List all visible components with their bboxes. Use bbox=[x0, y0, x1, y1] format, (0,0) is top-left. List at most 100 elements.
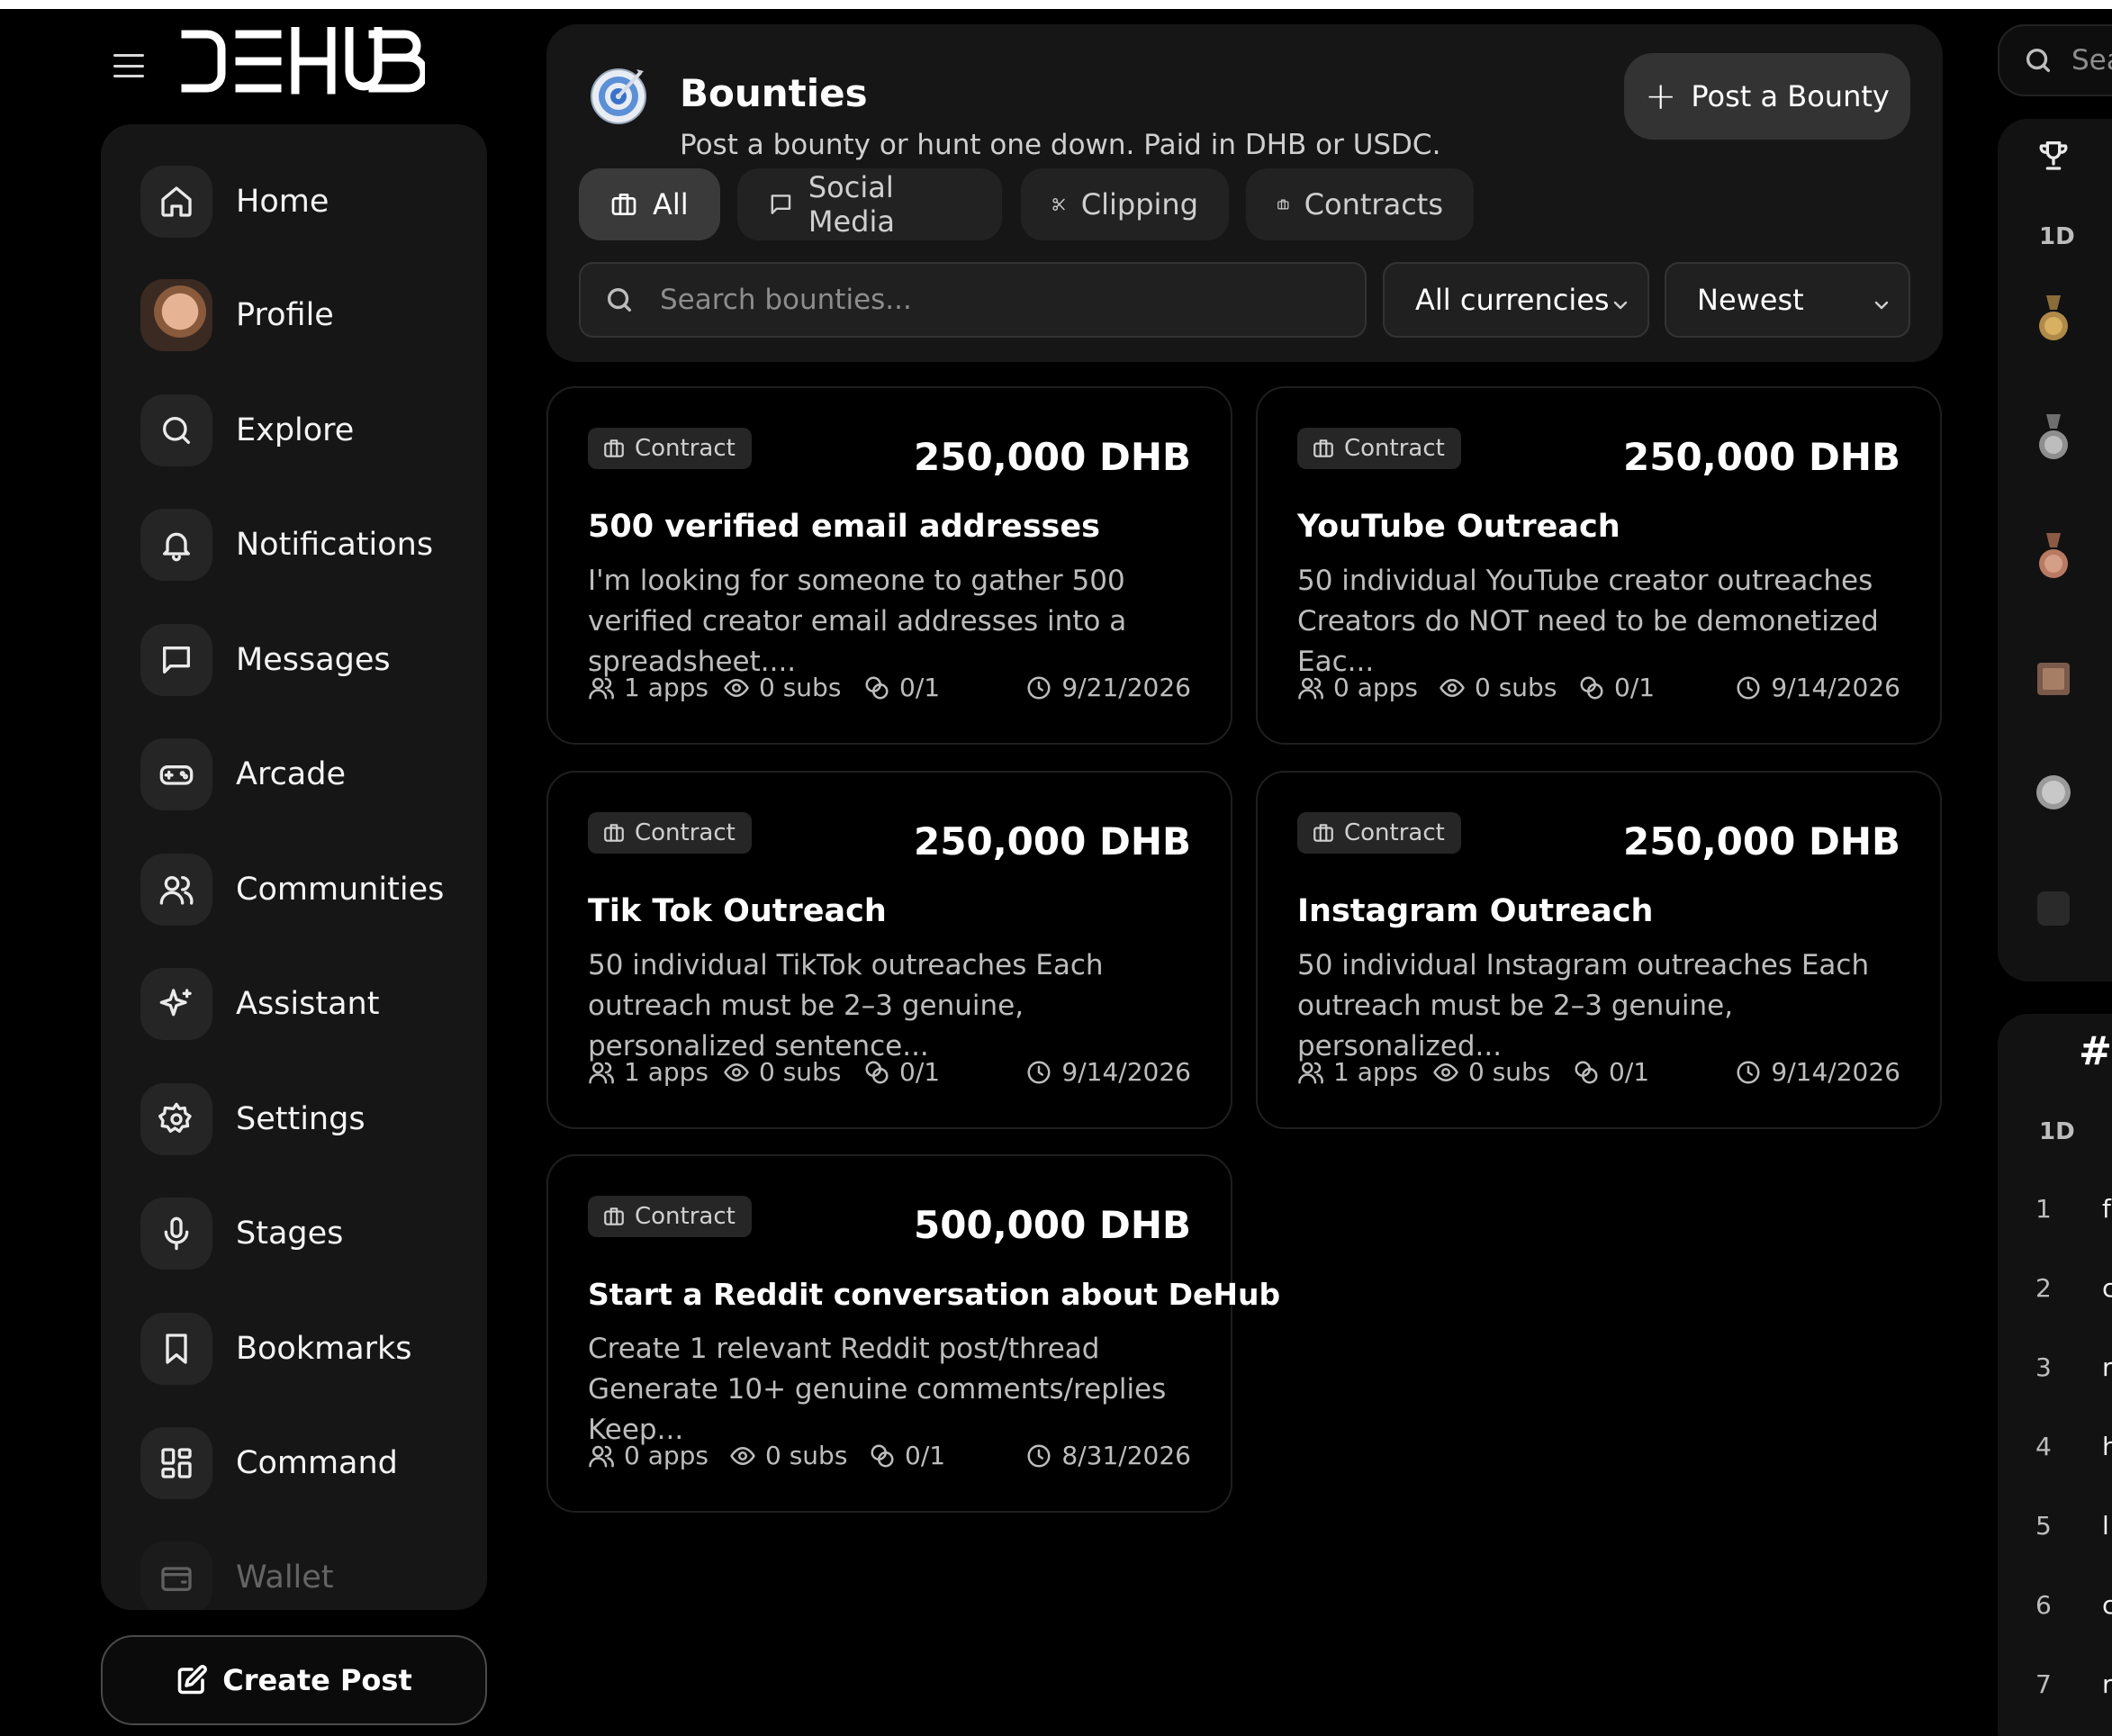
sidebar-item-profile[interactable]: Profile bbox=[140, 279, 334, 351]
sidebar-item-label: Bookmarks bbox=[236, 1331, 412, 1367]
create-post-button[interactable]: Create Post bbox=[101, 1635, 487, 1725]
rank-name[interactable]: h bbox=[2102, 1432, 2112, 1461]
dehub-logo[interactable] bbox=[180, 26, 429, 95]
black-badge-icon bbox=[2035, 875, 2071, 926]
sidebar-nav: Home Profile Explore Notifications Messa… bbox=[101, 124, 487, 1610]
bounty-meta: 0 apps 0 subs 0/1 8/31/2026 bbox=[588, 1441, 1191, 1477]
global-search-field[interactable]: Sea bbox=[1998, 24, 2112, 96]
clock-icon bbox=[1737, 1061, 1760, 1083]
slots-count: 0/1 bbox=[869, 1441, 945, 1470]
badge-label: Contract bbox=[635, 1203, 736, 1230]
sidebar-item-assistant[interactable]: Assistant bbox=[140, 968, 379, 1040]
bounty-card[interactable]: Contract 250,000 DHB 500 verified email … bbox=[546, 386, 1232, 745]
tab-clipping[interactable]: Clipping bbox=[1021, 168, 1229, 240]
bounty-title: YouTube Outreach bbox=[1297, 509, 1620, 545]
briefcase-icon bbox=[611, 194, 636, 215]
home-icon bbox=[140, 166, 212, 238]
gear-icon bbox=[140, 1083, 212, 1155]
rank-name[interactable]: r bbox=[2102, 1352, 2112, 1382]
type-badge: Contract bbox=[588, 428, 752, 469]
sidebar-item-notifications[interactable]: Notifications bbox=[140, 509, 433, 581]
search-bounties-field[interactable] bbox=[579, 262, 1367, 338]
coins-icon bbox=[865, 676, 889, 699]
sidebar-item-label: Messages bbox=[236, 642, 391, 678]
sidebar-item-label: Arcade bbox=[236, 756, 347, 792]
leaderboard-period[interactable]: 1D bbox=[2039, 223, 2075, 250]
rank-name[interactable]: c bbox=[2102, 1590, 2112, 1620]
microphone-icon bbox=[140, 1198, 212, 1270]
briefcase-icon bbox=[604, 824, 624, 842]
clock-icon bbox=[1027, 1061, 1051, 1083]
hamburger-menu-icon[interactable] bbox=[113, 54, 144, 77]
tab-contracts[interactable]: Contracts bbox=[1246, 168, 1474, 240]
badge-label: Contract bbox=[1344, 819, 1445, 846]
sidebar-item-label: Wallet bbox=[236, 1560, 334, 1596]
slots-count: 0/1 bbox=[1578, 673, 1655, 702]
clock-icon bbox=[1737, 676, 1760, 699]
bronze-badge-icon bbox=[2035, 654, 2071, 704]
search-icon bbox=[140, 394, 212, 466]
bounty-card[interactable]: Contract 250,000 DHB YouTube Outreach 50… bbox=[1256, 386, 1942, 745]
subscribers-count: 0 subs bbox=[1439, 673, 1557, 702]
sidebar-item-messages[interactable]: Messages bbox=[140, 624, 391, 696]
global-search-placeholder: Sea bbox=[2071, 44, 2112, 77]
wallet-icon bbox=[140, 1542, 212, 1610]
sidebar-item-explore[interactable]: Explore bbox=[140, 394, 354, 466]
eye-icon bbox=[1433, 1062, 1458, 1081]
bounty-title: Tik Tok Outreach bbox=[588, 893, 887, 929]
sidebar-item-label: Stages bbox=[236, 1216, 344, 1252]
bounty-title: 500 verified email addresses bbox=[588, 509, 1100, 545]
sidebar-item-label: Settings bbox=[236, 1101, 366, 1137]
currency-select[interactable]: All currencies bbox=[1383, 262, 1649, 338]
edit-icon bbox=[177, 1665, 208, 1695]
message-icon bbox=[140, 624, 212, 696]
search-input[interactable] bbox=[660, 284, 1344, 316]
trending-hashtags-panel: # 1D 1 f 2 c 3 r 4 h 5 l 6 c 7 r bbox=[1998, 1014, 2112, 1736]
tab-social-media[interactable]: Social Media bbox=[737, 168, 1002, 240]
create-post-label: Create Post bbox=[222, 1663, 412, 1697]
type-badge: Contract bbox=[1297, 812, 1461, 854]
rank-name[interactable]: r bbox=[2102, 1669, 2112, 1699]
sidebar-item-communities[interactable]: Communities bbox=[140, 854, 444, 926]
applications-count: 0 apps bbox=[1297, 673, 1418, 702]
sidebar-item-bookmarks[interactable]: Bookmarks bbox=[140, 1313, 412, 1385]
bounty-meta: 0 apps 0 subs 0/1 9/14/2026 bbox=[1297, 673, 1900, 709]
sidebar-item-wallet[interactable]: Wallet bbox=[140, 1542, 334, 1610]
subscribers-count: 0 subs bbox=[723, 1057, 841, 1087]
tab-label: Clipping bbox=[1080, 187, 1198, 222]
sidebar-item-home[interactable]: Home bbox=[140, 166, 329, 238]
rank-name[interactable]: l bbox=[2102, 1511, 2109, 1541]
tab-all[interactable]: All bbox=[579, 168, 720, 240]
sort-select[interactable]: Newest bbox=[1665, 262, 1910, 338]
hashtags-period[interactable]: 1D bbox=[2039, 1118, 2075, 1145]
sidebar-item-command[interactable]: Command bbox=[140, 1427, 398, 1499]
trophy-icon bbox=[2035, 137, 2071, 173]
rank-name[interactable]: f bbox=[2102, 1194, 2111, 1224]
top-border bbox=[0, 0, 2112, 9]
search-icon bbox=[607, 287, 632, 312]
bounty-title: Instagram Outreach bbox=[1297, 893, 1654, 929]
bounty-card[interactable]: Contract 500,000 DHB Start a Reddit conv… bbox=[546, 1154, 1280, 1513]
rank-number: 4 bbox=[2035, 1432, 2052, 1461]
sidebar-item-settings[interactable]: Settings bbox=[140, 1083, 366, 1155]
avatar bbox=[140, 279, 212, 351]
sidebar-item-stages[interactable]: Stages bbox=[140, 1198, 343, 1270]
rank-name[interactable]: c bbox=[2102, 1273, 2112, 1303]
sidebar-item-label: Profile bbox=[236, 297, 334, 333]
chevron-down-icon bbox=[1610, 289, 1631, 311]
post-bounty-button[interactable]: + Post a Bounty bbox=[1624, 53, 1910, 140]
bounty-card[interactable]: Contract 250,000 DHB Tik Tok Outreach 50… bbox=[546, 771, 1232, 1129]
gold-medal-icon bbox=[2035, 295, 2071, 346]
rank-number: 5 bbox=[2035, 1511, 2052, 1541]
scissors-icon bbox=[1052, 198, 1065, 211]
applications-count: 1 apps bbox=[588, 1057, 709, 1087]
message-icon bbox=[771, 194, 791, 214]
briefcase-icon bbox=[604, 439, 624, 457]
bounty-amount: 250,000 DHB bbox=[1623, 819, 1900, 863]
deadline-date: 8/31/2026 bbox=[1025, 1441, 1191, 1470]
badge-label: Contract bbox=[635, 819, 736, 846]
rank-number: 7 bbox=[2035, 1669, 2052, 1699]
bounty-card[interactable]: Contract 250,000 DHB Instagram Outreach … bbox=[1256, 771, 1942, 1129]
rank-number: 2 bbox=[2035, 1273, 2052, 1303]
sidebar-item-arcade[interactable]: Arcade bbox=[140, 738, 346, 810]
